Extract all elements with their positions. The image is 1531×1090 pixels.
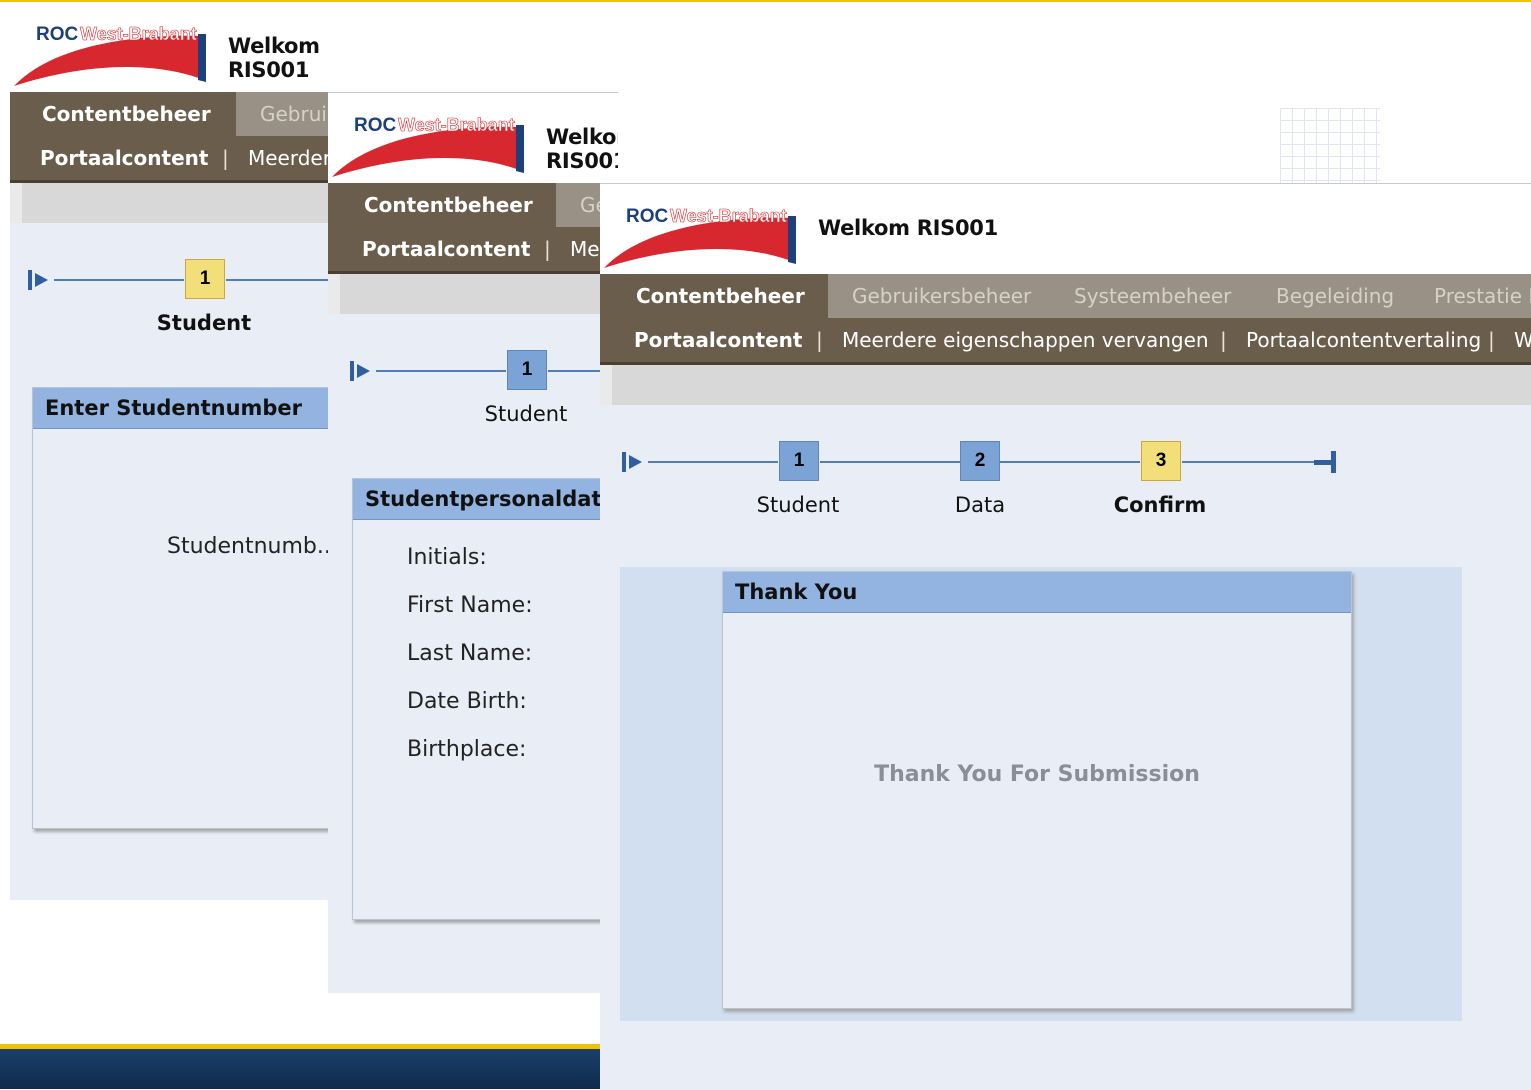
- tab-gebruikersbeheer[interactable]: Gebruikersbeheer: [830, 274, 1053, 318]
- personal-data-panel: Studentpersonaldata Initials: First Name…: [352, 478, 618, 920]
- roadmap-line: [376, 370, 506, 372]
- svg-text:ROC: ROC: [354, 115, 397, 136]
- roadmap-start-icon: [622, 452, 642, 472]
- roadmap-line: [54, 279, 184, 281]
- bottom-banner: [0, 1044, 620, 1089]
- roc-logo: ROC West-Brabant: [332, 115, 524, 177]
- primary-nav: Contentbeheer Gebrui: [10, 92, 350, 136]
- grid-decoration: [1280, 108, 1380, 184]
- roadmap-step-label: Data: [954, 493, 1006, 517]
- subnav-more[interactable]: W: [1514, 318, 1531, 362]
- tab-contentbeheer[interactable]: Contentbeheer: [20, 92, 233, 136]
- subnav-separator: |: [544, 237, 551, 261]
- roadmap-step-label: Confirm: [1113, 493, 1207, 517]
- field-label-initials: Initials:: [407, 545, 487, 570]
- panel-title: Enter Studentnumber: [33, 388, 350, 429]
- roadmap-step-label: Student: [756, 493, 840, 517]
- primary-nav: Contentbeheer Ge: [328, 183, 618, 227]
- roc-logo: ROC West-Brabant: [604, 206, 796, 268]
- roadmap-step-1[interactable]: 1: [507, 350, 547, 390]
- submission-message: Thank You For Submission: [874, 762, 1200, 787]
- field-label-birthplace: Birthplace:: [407, 737, 527, 762]
- field-label-date-birth: Date Birth:: [407, 689, 527, 714]
- subnav-meerdere[interactable]: Me: [570, 227, 600, 271]
- toolbar: [10, 183, 350, 223]
- tab-systeembeheer[interactable]: Systeembeheer: [1052, 274, 1253, 318]
- roadmap-step-1[interactable]: 1: [185, 259, 225, 299]
- roadmap-step-label: Student: [156, 311, 252, 335]
- portal-header: ROC West-Brabant Welkom RIS001: [10, 2, 350, 92]
- window-step-3: ROC West-Brabant Welkom RIS001 Contentbe…: [600, 183, 1531, 1090]
- subnav-separator: |: [816, 328, 823, 352]
- roadmap-line: [1182, 461, 1318, 463]
- toolbar: [328, 274, 618, 314]
- svg-text:ROC: ROC: [626, 206, 669, 227]
- primary-nav: Contentbeheer Gebruikersbeheer Systeembe…: [600, 274, 1531, 318]
- tab-contentbeheer[interactable]: Contentbeheer: [614, 274, 827, 318]
- portal-header: ROC West-Brabant Welkom RIS001: [328, 93, 618, 183]
- content-area: 1 Student 2 Data 3 Confirm Thank You Tha…: [600, 405, 1531, 1090]
- window-step-1: ROC West-Brabant Welkom RIS001 Contentbe…: [10, 2, 350, 900]
- roadmap-end-icon: [1314, 451, 1336, 473]
- svg-text:West-Brabant: West-Brabant: [80, 24, 197, 44]
- panel-title: Thank You: [723, 572, 1351, 613]
- subnav-meerdere[interactable]: Meerder: [248, 136, 331, 180]
- subnav-separator: |: [222, 146, 229, 170]
- toolbar: [600, 365, 1531, 405]
- subnav-meerdere-eigenschappen[interactable]: Meerdere eigenschappen vervangen: [842, 318, 1209, 362]
- welcome-text: Welkom RIS001: [818, 216, 998, 240]
- student-number-panel: Enter Studentnumber Studentnumb..: [32, 387, 350, 829]
- secondary-nav: Portaalcontent | Me: [328, 227, 618, 274]
- roadmap-line: [1000, 461, 1140, 463]
- secondary-nav: Portaalcontent | Meerdere eigenschappen …: [600, 318, 1531, 365]
- subnav-separator: |: [1220, 328, 1227, 352]
- subnav-portaalcontentvertaling[interactable]: Portaalcontentvertaling: [1246, 318, 1481, 362]
- secondary-nav: Portaalcontent | Meerder: [10, 136, 350, 183]
- panel-title: Studentpersonaldata: [353, 479, 618, 520]
- subnav-portaalcontent[interactable]: Portaalcontent: [634, 318, 802, 362]
- content-area: 1 Student Enter Studentnumber Studentnum…: [10, 223, 350, 900]
- welcome-text: Welkom RIS001: [228, 34, 320, 82]
- svg-text:ROC: ROC: [36, 24, 79, 45]
- tab-begeleiding[interactable]: Begeleiding: [1254, 274, 1416, 318]
- roadmap-line: [820, 461, 960, 463]
- roc-logo: ROC West-Brabant: [14, 24, 206, 86]
- subnav-portaalcontent[interactable]: Portaalcontent: [362, 227, 530, 271]
- roadmap-step-2[interactable]: 2: [960, 441, 1000, 481]
- window-step-2: ROC West-Brabant Welkom RIS001 Contentbe…: [328, 92, 618, 993]
- subnav-portaalcontent[interactable]: Portaalcontent: [40, 136, 208, 180]
- thank-you-panel: Thank You Thank You For Submission: [722, 571, 1352, 1009]
- subnav-separator: |: [1488, 328, 1495, 352]
- roadmap-step-3[interactable]: 3: [1141, 441, 1181, 481]
- welcome-text: Welkom RIS001: [546, 125, 618, 173]
- roadmap-step-1[interactable]: 1: [779, 441, 819, 481]
- roadmap-start-icon: [28, 270, 48, 290]
- content-area: 1 Student Studentpersonaldata Initials: …: [328, 314, 618, 993]
- roadmap-step-label: Student: [484, 402, 568, 426]
- roadmap-line: [648, 461, 778, 463]
- field-label-last-name: Last Name:: [407, 641, 533, 666]
- thank-you-backdrop: Thank You Thank You For Submission: [620, 567, 1462, 1021]
- field-label-first-name: First Name:: [407, 593, 533, 618]
- roadmap-start-icon: [350, 361, 370, 381]
- tab-prestatie[interactable]: Prestatie F: [1412, 274, 1531, 318]
- portal-header: ROC West-Brabant Welkom RIS001: [600, 184, 1531, 274]
- field-label-studentnumber: Studentnumb..: [167, 534, 331, 559]
- tab-contentbeheer[interactable]: Contentbeheer: [342, 183, 555, 227]
- svg-text:West-Brabant: West-Brabant: [670, 206, 787, 226]
- svg-text:West-Brabant: West-Brabant: [398, 115, 515, 135]
